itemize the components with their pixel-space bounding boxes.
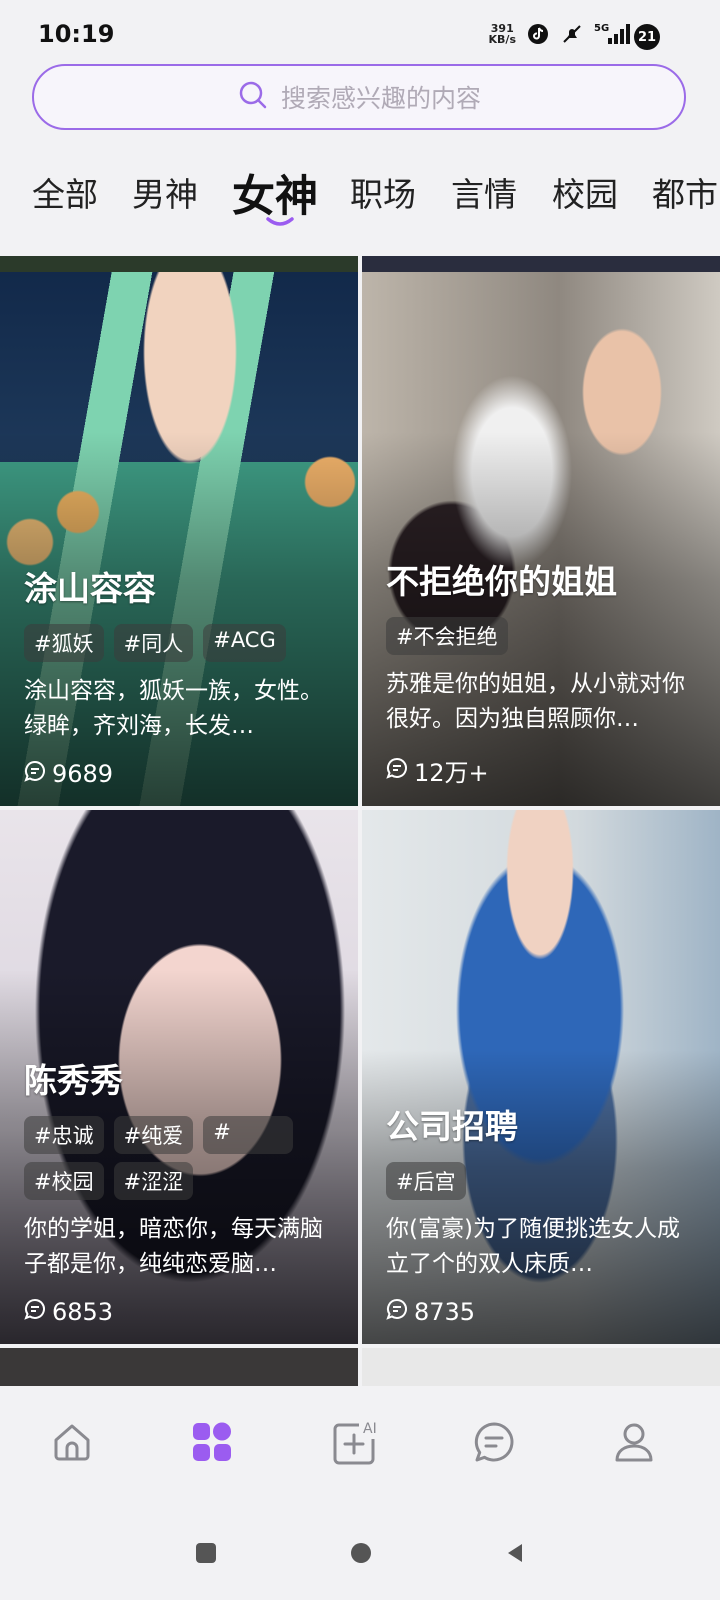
- chat-bubble-icon: [386, 757, 408, 785]
- chat-count-value: 6853: [52, 1298, 114, 1326]
- tag[interactable]: #不会拒绝: [386, 617, 508, 655]
- battery-level: 21: [634, 24, 660, 50]
- nav-profile[interactable]: [606, 1414, 662, 1470]
- tab-campus[interactable]: 校园: [552, 168, 618, 216]
- card-tags: #忠诚 #纯爱 # #校园 #涩涩: [24, 1116, 340, 1200]
- discover-icon: [193, 1422, 231, 1461]
- ai-badge: AI: [363, 1421, 377, 1437]
- status-bar: 10:19 391 KB/s 5G 21: [0, 0, 720, 56]
- net-speed-unit: KB/s: [488, 33, 516, 46]
- ai-create-icon: AI: [333, 1421, 377, 1465]
- nav-ai-create[interactable]: AI: [326, 1414, 382, 1470]
- tiktok-icon: [526, 22, 550, 46]
- character-grid: 涂山容容 #狐妖 #同人 #ACG 涂山容容，狐妖一族，女性。绿眸，齐刘海，长发…: [0, 256, 720, 1386]
- tag[interactable]: #狐妖: [24, 624, 104, 662]
- category-tabs: 全部 男神 女神 职场 言情 校园 都市: [0, 158, 720, 238]
- chat-count: 6853: [24, 1298, 340, 1326]
- character-card[interactable]: 不拒绝你的姐姐 #不会拒绝 苏雅是你的姐姐，从小就对你很好。因为独自照顾你… 1…: [362, 272, 720, 806]
- card-description: 你的学姐，暗恋你，每天满脑子都是你，纯纯恋爱脑…: [24, 1216, 323, 1277]
- card-description: 你(富豪)为了随便挑选女人成立了个的双人床质…: [386, 1216, 680, 1277]
- chat-count: 12万+: [386, 753, 702, 788]
- chat-bubble-icon: [24, 1298, 46, 1326]
- card-title: 公司招聘: [386, 1107, 518, 1146]
- tab-city[interactable]: 都市: [652, 168, 718, 216]
- active-tab-indicator: [266, 217, 294, 226]
- svg-text:5G: 5G: [594, 23, 609, 34]
- chat-bubble-icon: [386, 1298, 408, 1326]
- tag[interactable]: #忠诚: [24, 1116, 104, 1154]
- character-card[interactable]: 公司招聘 #后宫 你(富豪)为了随便挑选女人成立了个的双人床质… 8735: [362, 810, 720, 1344]
- bottom-nav: AI: [0, 1388, 720, 1508]
- card-description: 苏雅是你的姐姐，从小就对你很好。因为独自照顾你…: [386, 671, 685, 732]
- mute-icon: [560, 22, 584, 46]
- chat-count-value: 9689: [52, 760, 114, 788]
- chat-count-value: 8735: [414, 1298, 476, 1326]
- search-icon: [237, 79, 269, 115]
- card-description: 涂山容容，狐妖一族，女性。绿眸，齐刘海，长发…: [24, 678, 323, 739]
- circle-icon: [351, 1543, 371, 1563]
- tab-workplace[interactable]: 职场: [350, 168, 416, 216]
- previous-card-edge: [362, 256, 720, 272]
- net-speed: 391 KB/s: [489, 23, 516, 45]
- status-icons: 391 KB/s 5G: [489, 22, 634, 46]
- square-icon: [196, 1543, 216, 1563]
- next-card-edge: [362, 1348, 720, 1386]
- card-tags: #不会拒绝: [386, 617, 702, 655]
- tag[interactable]: #校园: [24, 1162, 104, 1200]
- signal-icon: 5G: [594, 22, 634, 46]
- nav-home[interactable]: [44, 1414, 100, 1470]
- tab-female[interactable]: 女神: [232, 162, 318, 224]
- messages-icon: [474, 1422, 514, 1462]
- system-nav-bar: [0, 1508, 720, 1600]
- nav-messages[interactable]: [466, 1414, 522, 1470]
- tab-romance[interactable]: 言情: [451, 168, 517, 216]
- back-button[interactable]: [504, 1542, 526, 1568]
- card-tags: #狐妖 #同人 #ACG: [24, 624, 340, 662]
- card-title: 不拒绝你的姐姐: [386, 562, 617, 601]
- chat-bubble-icon: [24, 760, 46, 788]
- next-card-edge: [0, 1348, 358, 1386]
- home-icon: [54, 1424, 90, 1461]
- profile-icon: [615, 1423, 653, 1462]
- tag[interactable]: #ACG: [203, 624, 286, 662]
- tab-male[interactable]: 男神: [132, 168, 198, 216]
- recents-button[interactable]: [195, 1542, 217, 1568]
- status-time: 10:19: [38, 20, 115, 48]
- tag[interactable]: #后宫: [386, 1162, 466, 1200]
- card-title: 陈秀秀: [24, 1061, 123, 1100]
- card-tags: #后宫: [386, 1162, 702, 1200]
- search-bar[interactable]: 搜索感兴趣的内容: [32, 64, 686, 130]
- chat-count-value: 12万+: [414, 759, 489, 787]
- home-button[interactable]: [350, 1542, 372, 1568]
- chat-count: 8735: [386, 1298, 702, 1326]
- chat-count: 9689: [24, 760, 340, 788]
- tag[interactable]: #: [203, 1116, 294, 1154]
- nav-discover[interactable]: [184, 1414, 240, 1470]
- tab-all[interactable]: 全部: [32, 168, 98, 216]
- character-card[interactable]: 陈秀秀 #忠诚 #纯爱 # #校园 #涩涩 你的学姐，暗恋你，每天满脑子都是你，…: [0, 810, 358, 1344]
- tag[interactable]: #纯爱: [113, 1116, 194, 1154]
- tag[interactable]: #同人: [113, 624, 194, 662]
- search-placeholder: 搜索感兴趣的内容: [280, 84, 481, 113]
- tag[interactable]: #涩涩: [113, 1162, 194, 1200]
- card-title: 涂山容容: [24, 569, 156, 608]
- back-triangle-icon: [508, 1544, 522, 1562]
- character-card[interactable]: 涂山容容 #狐妖 #同人 #ACG 涂山容容，狐妖一族，女性。绿眸，齐刘海，长发…: [0, 272, 358, 806]
- previous-card-edge: [0, 256, 358, 272]
